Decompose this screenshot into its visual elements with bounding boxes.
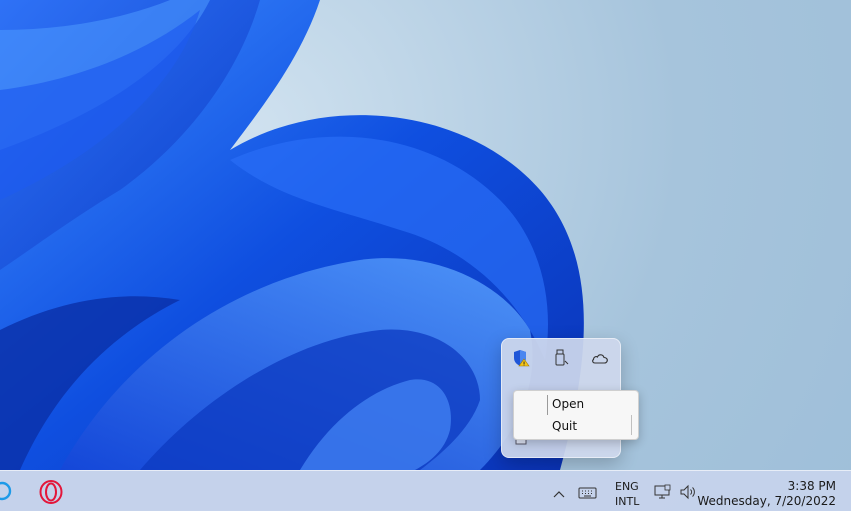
clock-time[interactable]: 3:38 PM <box>788 479 836 493</box>
language-indicator-line2[interactable]: INTL <box>615 495 639 508</box>
language-indicator-line1[interactable]: ENG <box>615 480 639 493</box>
show-hidden-icons-chevron[interactable] <box>552 485 566 498</box>
opera-icon[interactable] <box>39 480 63 504</box>
cortana-icon[interactable] <box>0 481 12 501</box>
volume-icon[interactable] <box>679 484 697 500</box>
menu-item-quit[interactable]: Quit <box>515 415 637 437</box>
tray-context-menu: Open Quit <box>513 390 639 440</box>
clock-date[interactable]: Wednesday, 7/20/2022 <box>697 494 836 508</box>
taskbar: ENG INTL 3:38 PM Wednesday, 7/20/2022 <box>0 470 851 511</box>
menu-item-open[interactable]: Open <box>515 393 637 415</box>
network-icon[interactable] <box>654 484 672 500</box>
security-warning-icon[interactable] <box>511 348 531 368</box>
desktop-wallpaper <box>0 0 584 470</box>
onedrive-cloud-icon[interactable] <box>590 348 610 368</box>
usb-drive-icon[interactable] <box>551 348 571 368</box>
touch-keyboard-icon[interactable] <box>578 485 598 499</box>
